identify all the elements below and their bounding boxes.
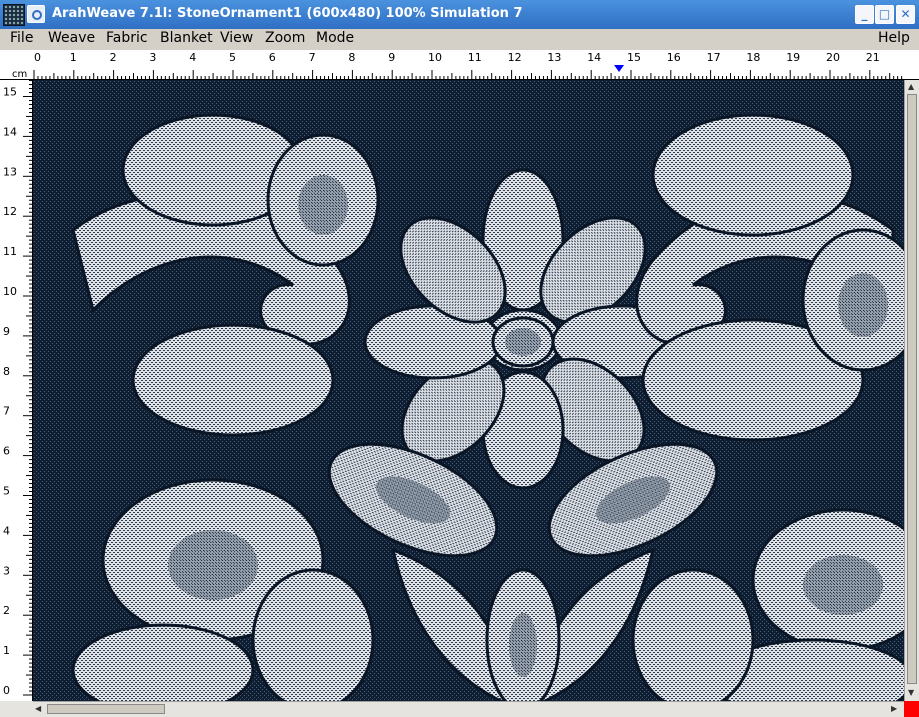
scroll-down-icon[interactable]: ▼ (908, 688, 914, 698)
window-title: ArahWeave 7.1l: StoneOrnament1 (600x480)… (52, 6, 523, 21)
ruler-left-label: 3 (3, 564, 10, 577)
ruler-left-label: 11 (3, 245, 17, 258)
scroll-corner (0, 701, 33, 717)
ruler-top-label: 0 (34, 51, 41, 64)
menu-mode[interactable]: Mode (316, 30, 354, 46)
horizontal-ruler-scale: cm0 1 2 3 4 5 6 7 8 9 10 11 12 13 14 15 16 17 18 19 20 21 (0, 51, 919, 80)
menu-blanket[interactable]: Blanket (160, 30, 213, 46)
vertical-scrollbar[interactable]: ▲ ▼ (904, 80, 919, 701)
horizontal-scrollbar[interactable]: ◀ ▶ (33, 701, 904, 717)
ruler-top-label: 7 (309, 51, 316, 64)
app-icon[interactable] (3, 4, 25, 26)
menu-view[interactable]: View (220, 30, 253, 46)
scroll-left-icon[interactable]: ◀ (35, 704, 41, 714)
ruler-top-label: 1 (70, 51, 77, 64)
ruler-left-label: 9 (3, 325, 10, 338)
ruler-top-label: 9 (388, 51, 395, 64)
ruler-top-label: 18 (746, 51, 760, 64)
ruler-left-label: 1 (3, 644, 10, 657)
ruler-left-label: 13 (3, 165, 17, 178)
menu-bar: File Weave Fabric Blanket View Zoom Mode… (0, 29, 919, 50)
ruler-top-label: 19 (786, 51, 800, 64)
fabric-simulation-canvas[interactable] (33, 80, 904, 701)
vertical-ruler-scale: 1514131211109876543210 (3, 80, 33, 701)
minimize-icon[interactable]: _ (855, 5, 874, 24)
vertical-ruler: 15 14 13 12 11 10 9 8 7 6 5 4 3 2 1 0 (0, 80, 33, 701)
maximize-icon[interactable]: □ (875, 5, 894, 24)
ruler-left-label: 7 (3, 405, 10, 418)
ruler-left-label: 4 (3, 524, 10, 537)
ruler-top-label: 3 (149, 51, 156, 64)
horizontal-scroll-thumb[interactable] (47, 704, 165, 714)
menu-weave[interactable]: Weave (48, 30, 95, 46)
ruler-left-label: 10 (3, 285, 17, 298)
ruler-top-label: 10 (428, 51, 442, 64)
horizontal-ruler: cm 0 1 2 3 4 5 6 7 8 9 10 11 12 13 14 15 16 17 18 19 20 21 (0, 50, 919, 80)
scroll-up-icon[interactable]: ▲ (908, 82, 914, 92)
ruler-left-label: 0 (3, 684, 10, 697)
ruler-top-label: 14 (587, 51, 601, 64)
ruler-top-label: 8 (348, 51, 355, 64)
menu-file[interactable]: File (10, 30, 33, 46)
ruler-left-label: 14 (3, 125, 17, 138)
ruler-top-label: 4 (189, 51, 196, 64)
ruler-top-label: 13 (547, 51, 561, 64)
menu-help[interactable]: Help (878, 30, 910, 46)
close-icon[interactable]: ✕ (896, 5, 915, 24)
ruler-left-label: 6 (3, 445, 10, 458)
ruler-top-label: 11 (468, 51, 482, 64)
ruler-top-label: 17 (707, 51, 721, 64)
status-indicator (904, 701, 919, 717)
vertical-scroll-thumb[interactable] (907, 94, 917, 684)
ruler-top-label: 16 (667, 51, 681, 64)
menu-zoom[interactable]: Zoom (265, 30, 305, 46)
ruler-top-label: 21 (866, 51, 880, 64)
ruler-marker-icon[interactable] (614, 65, 625, 72)
ruler-top-label: 2 (110, 51, 117, 64)
ruler-top-label: 5 (229, 51, 236, 64)
ruler-top-label: 6 (269, 51, 276, 64)
system-menu-icon[interactable] (27, 5, 45, 23)
ruler-left-label: 5 (3, 485, 10, 498)
stone-ornament-fabric (33, 80, 904, 701)
ruler-unit-label: cm (12, 69, 27, 80)
scroll-right-icon[interactable]: ▶ (891, 704, 897, 714)
ruler-left-label: 15 (3, 86, 17, 99)
ruler-top-label: 15 (627, 51, 641, 64)
ruler-top-label: 20 (826, 51, 840, 64)
ruler-left-label: 2 (3, 604, 10, 617)
ruler-left-label: 12 (3, 205, 17, 218)
ruler-left-label: 8 (3, 365, 10, 378)
title-bar: ArahWeave 7.1l: StoneOrnament1 (600x480)… (0, 0, 919, 29)
menu-fabric[interactable]: Fabric (106, 30, 148, 46)
ruler-top-label: 12 (508, 51, 522, 64)
